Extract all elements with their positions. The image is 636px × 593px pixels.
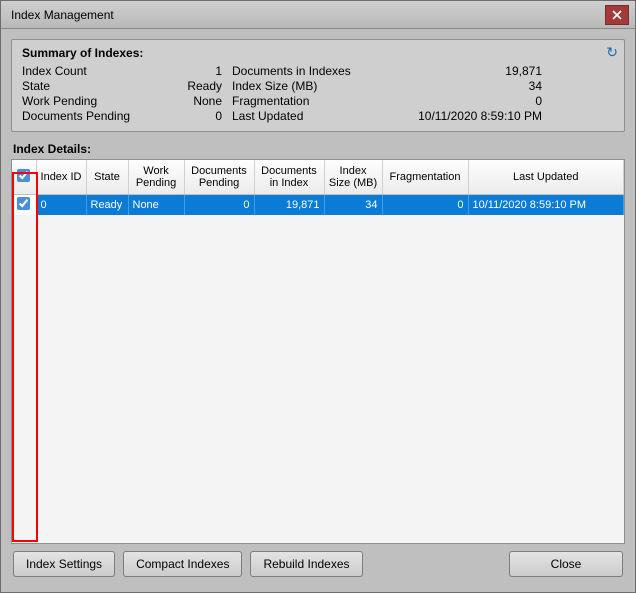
cell-docs-in-index: 19,871 <box>254 194 324 215</box>
details-grid: Index ID State Work Pending Documents Pe… <box>12 160 624 215</box>
table-empty-area <box>12 215 624 544</box>
header-work-pending[interactable]: Work Pending <box>128 160 184 194</box>
label-docs-in-indexes: Documents in Indexes <box>232 64 392 78</box>
label-fragmentation: Fragmentation <box>232 94 392 108</box>
header-docs-in-index[interactable]: Documents in Index <box>254 160 324 194</box>
row-checkbox[interactable] <box>17 197 30 210</box>
cell-index-id: 0 <box>36 194 86 215</box>
window-title: Index Management <box>11 8 605 22</box>
cell-docs-pending: 0 <box>184 194 254 215</box>
label-state: State <box>22 79 152 93</box>
cell-fragmentation: 0 <box>382 194 468 215</box>
value-fragmentation: 0 <box>402 94 542 108</box>
cell-work-pending: None <box>128 194 184 215</box>
header-index-size[interactable]: Index Size (MB) <box>324 160 382 194</box>
compact-indexes-button[interactable]: Compact Indexes <box>123 551 242 577</box>
index-settings-button[interactable]: Index Settings <box>13 551 115 577</box>
summary-panel: Summary of Indexes: ↻ Index Count 1 Docu… <box>11 39 625 132</box>
value-index-count: 1 <box>162 64 222 78</box>
details-table: Index ID State Work Pending Documents Pe… <box>11 159 625 544</box>
label-index-count: Index Count <box>22 64 152 78</box>
cell-index-size: 34 <box>324 194 382 215</box>
value-index-size: 34 <box>402 79 542 93</box>
summary-grid: Index Count 1 Documents in Indexes 19,87… <box>22 64 614 123</box>
value-last-updated: 10/11/2020 8:59:10 PM <box>402 109 542 123</box>
label-docs-pending: Documents Pending <box>22 109 152 123</box>
value-state: Ready <box>162 79 222 93</box>
header-index-id[interactable]: Index ID <box>36 160 86 194</box>
select-all-checkbox[interactable] <box>17 169 30 182</box>
details-heading: Index Details: <box>13 142 625 156</box>
value-docs-pending: 0 <box>162 109 222 123</box>
header-fragmentation[interactable]: Fragmentation <box>382 160 468 194</box>
rebuild-indexes-button[interactable]: Rebuild Indexes <box>250 551 362 577</box>
label-last-updated: Last Updated <box>232 109 392 123</box>
row-checkbox-cell[interactable] <box>12 194 36 215</box>
refresh-icon[interactable]: ↻ <box>606 44 618 61</box>
cell-last-updated: 10/11/2020 8:59:10 PM <box>468 194 624 215</box>
header-last-updated[interactable]: Last Updated <box>468 160 624 194</box>
header-row: Index ID State Work Pending Documents Pe… <box>12 160 624 194</box>
label-index-size: Index Size (MB) <box>232 79 392 93</box>
label-work-pending: Work Pending <box>22 94 152 108</box>
window-body: Summary of Indexes: ↻ Index Count 1 Docu… <box>1 29 635 592</box>
table-row[interactable]: 0 Ready None 0 19,871 34 0 10/11/2020 8:… <box>12 194 624 215</box>
header-checkbox-cell[interactable] <box>12 160 36 194</box>
close-button[interactable]: Close <box>509 551 623 577</box>
header-docs-pending[interactable]: Documents Pending <box>184 160 254 194</box>
close-icon[interactable] <box>605 5 629 25</box>
value-docs-in-indexes: 19,871 <box>402 64 542 78</box>
titlebar: Index Management <box>1 1 635 29</box>
header-state[interactable]: State <box>86 160 128 194</box>
footer: Index Settings Compact Indexes Rebuild I… <box>11 544 625 584</box>
window-frame: Index Management Summary of Indexes: ↻ I… <box>0 0 636 593</box>
cell-state: Ready <box>86 194 128 215</box>
value-work-pending: None <box>162 94 222 108</box>
summary-heading: Summary of Indexes: <box>22 46 614 60</box>
